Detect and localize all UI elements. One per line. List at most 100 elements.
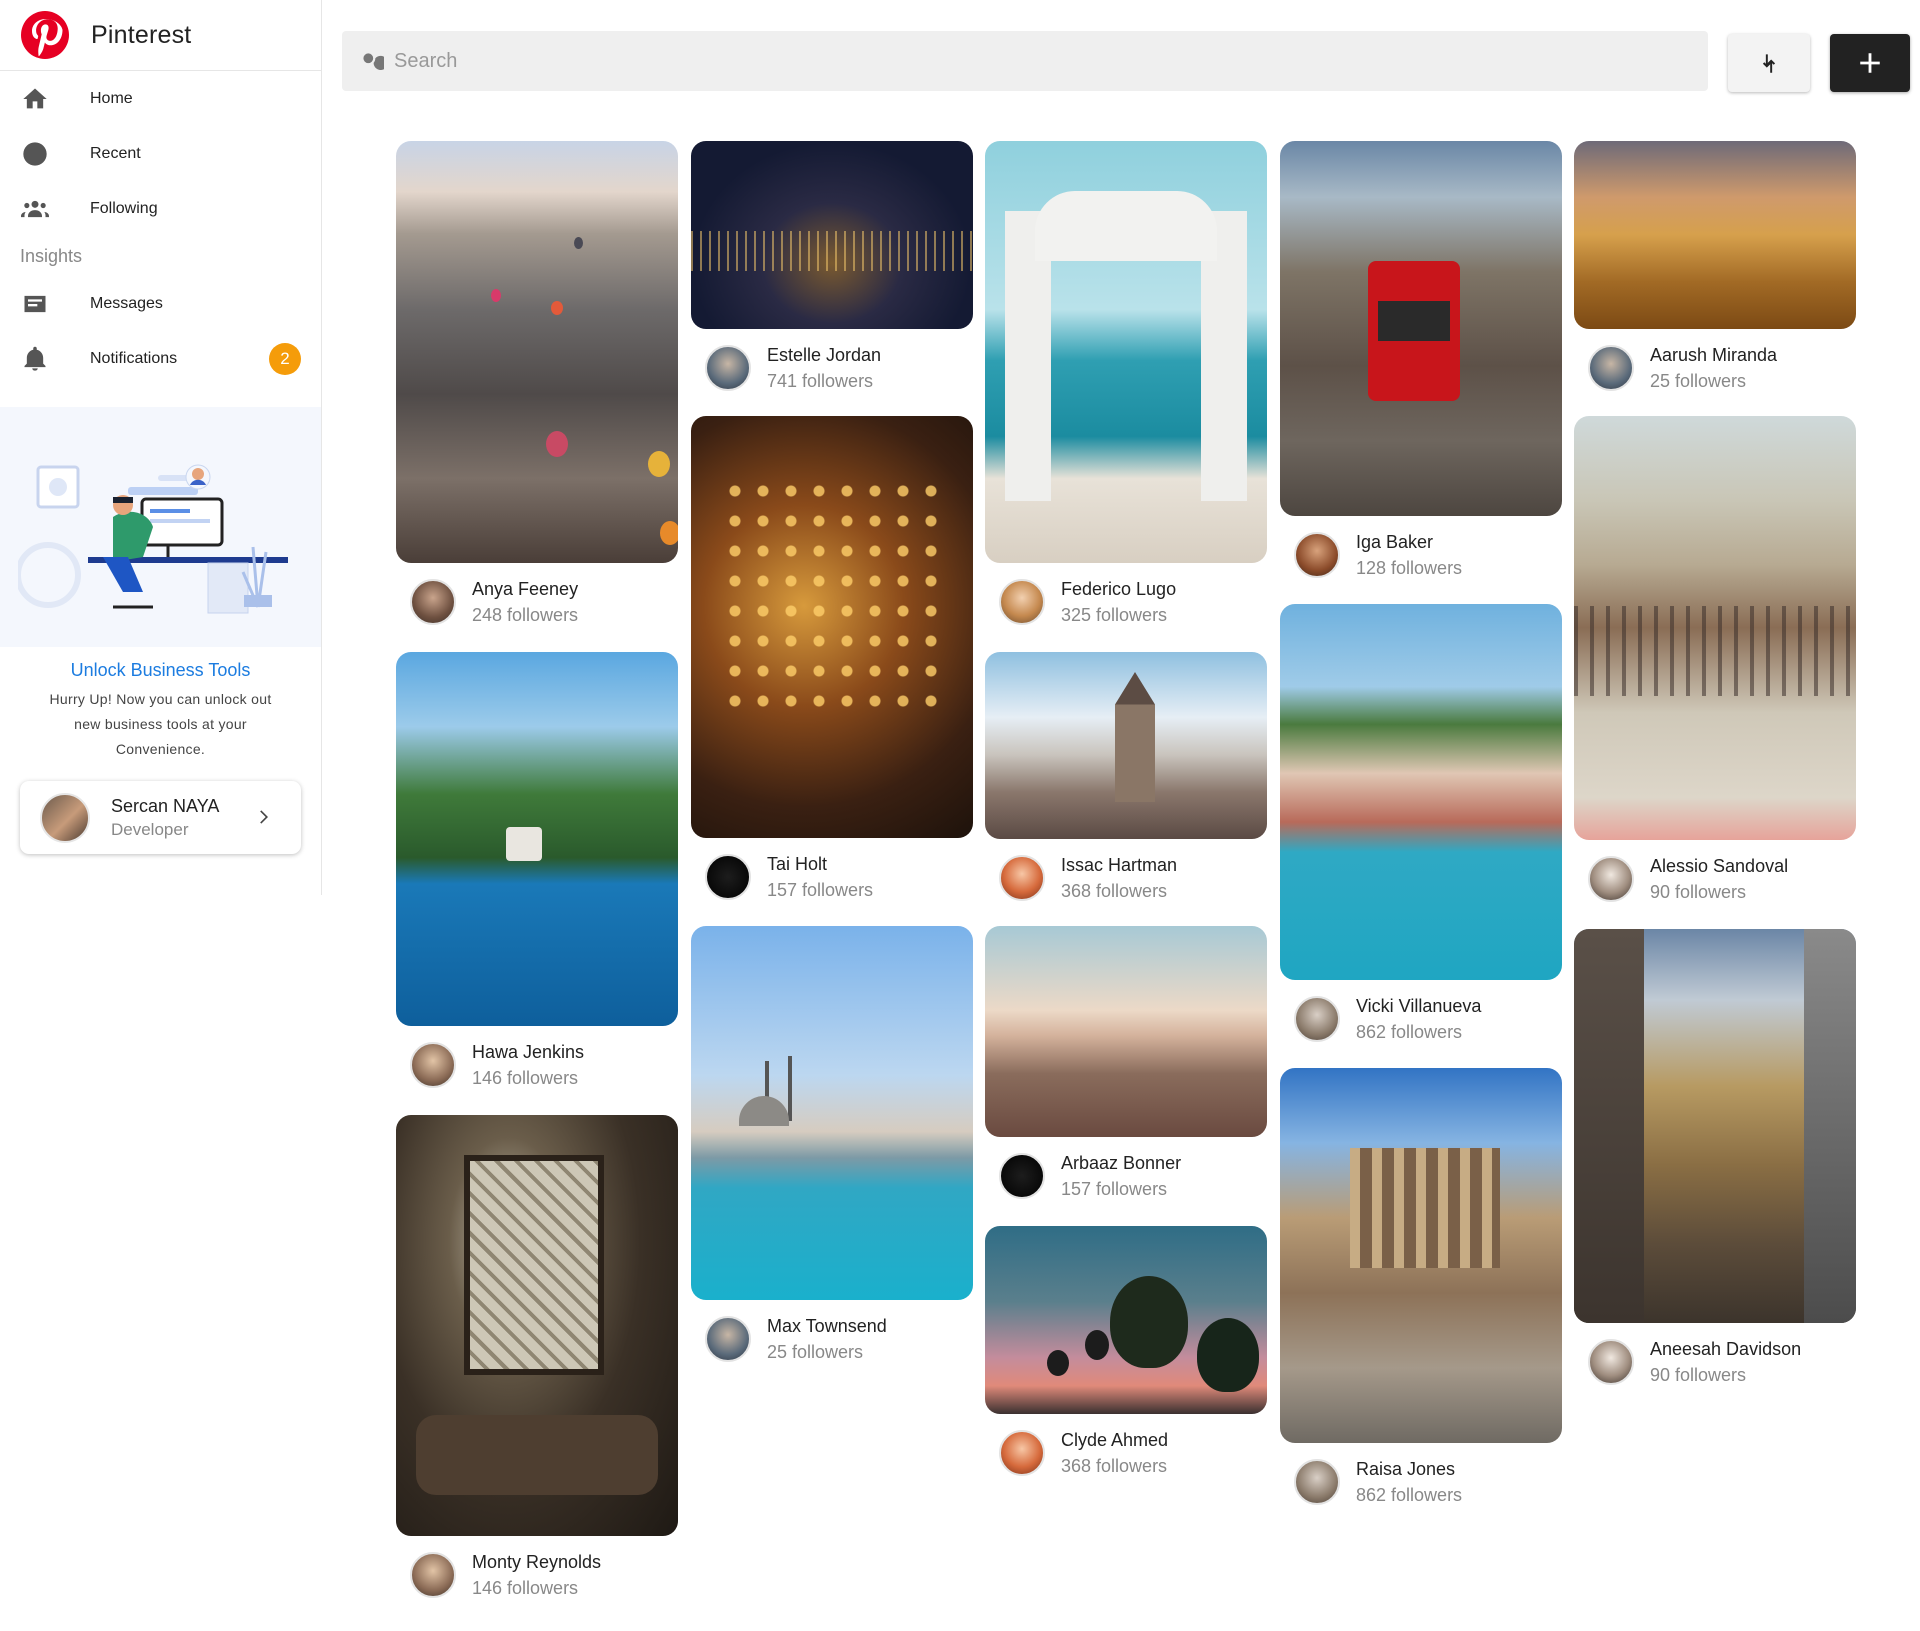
follower-count: 862 followers [1356, 1484, 1463, 1505]
pin-image[interactable] [985, 141, 1267, 563]
avatar [40, 792, 90, 843]
pin-image[interactable] [985, 1226, 1267, 1414]
search-input[interactable] [394, 49, 1694, 73]
pin-author[interactable]: Iga Baker 128 followers [1280, 516, 1562, 594]
balloon-icon [551, 301, 563, 315]
pin-image[interactable] [1280, 1068, 1562, 1443]
pin-image[interactable] [1574, 416, 1856, 840]
pin-image[interactable] [691, 416, 973, 838]
pin-image[interactable] [1574, 929, 1856, 1323]
home-icon [20, 84, 50, 114]
pin-image[interactable] [396, 141, 678, 563]
nav-item-label: Home [90, 89, 133, 107]
pin-card: Estelle Jordan 741 followers [691, 141, 973, 407]
message-icon [20, 289, 50, 319]
author-name: Issac Hartman [1061, 854, 1178, 875]
balloon-icon [1047, 1350, 1069, 1376]
pin-card: Monty Reynolds 146 followers [396, 1115, 678, 1614]
avatar [1588, 856, 1634, 902]
pin-image[interactable] [691, 141, 973, 329]
pin-card: Iga Baker 128 followers [1280, 141, 1562, 594]
user-profile-card[interactable]: Sercan NAYA Developer [20, 781, 301, 854]
promo-title[interactable]: Unlock Business Tools [0, 660, 321, 681]
promo-illustration [0, 407, 321, 647]
nav-item-notifications[interactable]: Notifications 2 [0, 331, 321, 386]
gate-arch [1035, 191, 1217, 261]
author-name: Clyde Ahmed [1061, 1429, 1169, 1450]
pin-author[interactable]: Alessio Sandoval 90 followers [1574, 840, 1856, 918]
avatar [410, 579, 456, 625]
pin-image[interactable] [1280, 604, 1562, 980]
pin-author[interactable]: Federico Lugo 325 followers [985, 563, 1267, 641]
nav-item-recent[interactable]: Recent [0, 126, 321, 181]
balloon-icon [1110, 1276, 1188, 1368]
pin-image[interactable] [985, 926, 1267, 1137]
author-name: Federico Lugo [1061, 578, 1177, 599]
user-meta: Sercan NAYA Developer [111, 796, 219, 840]
pin-author-info: Federico Lugo 325 followers [1061, 579, 1176, 626]
pin-author[interactable]: Vicki Villanueva 862 followers [1280, 980, 1562, 1058]
galata-tower [1115, 672, 1155, 802]
brand-header[interactable]: Pinterest [0, 0, 321, 71]
pin-image[interactable] [396, 652, 678, 1026]
author-name: Monty Reynolds [472, 1551, 602, 1572]
avatar [999, 855, 1045, 901]
nav-item-following[interactable]: Following [0, 181, 321, 236]
sofa [416, 1415, 658, 1495]
pin-author[interactable]: Clyde Ahmed 368 followers [985, 1414, 1267, 1492]
pin-author-info: Alessio Sandoval 90 followers [1650, 856, 1788, 903]
avatar [1294, 532, 1340, 578]
pin-card: Vicki Villanueva 862 followers [1280, 604, 1562, 1058]
pin-image[interactable] [1280, 141, 1562, 516]
balloon-icon [648, 451, 670, 477]
pin-card: Max Townsend 25 followers [691, 926, 973, 1378]
building-right [1804, 929, 1856, 1323]
pin-author[interactable]: Issac Hartman 368 followers [985, 839, 1267, 917]
pin-image[interactable] [691, 926, 973, 1300]
avatar [999, 1430, 1045, 1476]
author-name: Aarush Miranda [1650, 344, 1778, 365]
pin-author[interactable]: Monty Reynolds 146 followers [396, 1536, 678, 1614]
dome [739, 1096, 789, 1126]
avatar [1588, 1339, 1634, 1385]
pin-author[interactable]: Aarush Miranda 25 followers [1574, 329, 1856, 407]
pin-card: Arbaaz Bonner 157 followers [985, 926, 1267, 1215]
pin-card: Clyde Ahmed 368 followers [985, 1226, 1267, 1492]
pin-author[interactable]: Estelle Jordan 741 followers [691, 329, 973, 407]
avatar [410, 1042, 456, 1088]
author-name: Hawa Jenkins [472, 1041, 585, 1062]
pin-image[interactable] [985, 652, 1267, 839]
balloon-icon [546, 431, 568, 457]
nav-item-home[interactable]: Home [0, 71, 321, 126]
sort-button[interactable] [1728, 34, 1810, 92]
pin-author-info: Tai Holt 157 followers [767, 854, 873, 901]
author-name: Vicki Villanueva [1356, 995, 1482, 1016]
plus-icon [1860, 53, 1880, 73]
follower-count: 157 followers [767, 879, 874, 900]
pin-author[interactable]: Tai Holt 157 followers [691, 838, 973, 916]
pin-image[interactable] [396, 1115, 678, 1536]
pin-card: Issac Hartman 368 followers [985, 652, 1267, 917]
author-name: Arbaaz Bonner [1061, 1152, 1182, 1173]
pin-author-info: Clyde Ahmed 368 followers [1061, 1430, 1168, 1477]
pin-author[interactable]: Aneesah Davidson 90 followers [1574, 1323, 1856, 1401]
balloon-icon [1085, 1330, 1109, 1360]
pin-author-info: Iga Baker 128 followers [1356, 532, 1462, 579]
nav-item-messages[interactable]: Messages [0, 276, 321, 331]
pin-author[interactable]: Max Townsend 25 followers [691, 1300, 973, 1378]
pin-image[interactable] [1574, 141, 1856, 329]
follower-count: 368 followers [1061, 1455, 1168, 1476]
nav-item-label: Notifications [90, 349, 178, 367]
search-bar [342, 31, 1708, 91]
author-name: Alessio Sandoval [1650, 855, 1789, 876]
bell-icon [20, 344, 50, 374]
crowd [1574, 606, 1856, 696]
pin-author[interactable]: Anya Feeney 248 followers [396, 563, 678, 641]
pin-author-info: Hawa Jenkins 146 followers [472, 1042, 584, 1089]
pin-author[interactable]: Hawa Jenkins 146 followers [396, 1026, 678, 1104]
nav-item-label: Messages [90, 294, 163, 312]
pin-author[interactable]: Raisa Jones 862 followers [1280, 1443, 1562, 1521]
follower-count: 90 followers [1650, 881, 1747, 902]
pin-author[interactable]: Arbaaz Bonner 157 followers [985, 1137, 1267, 1215]
add-pin-button[interactable] [1830, 34, 1910, 92]
